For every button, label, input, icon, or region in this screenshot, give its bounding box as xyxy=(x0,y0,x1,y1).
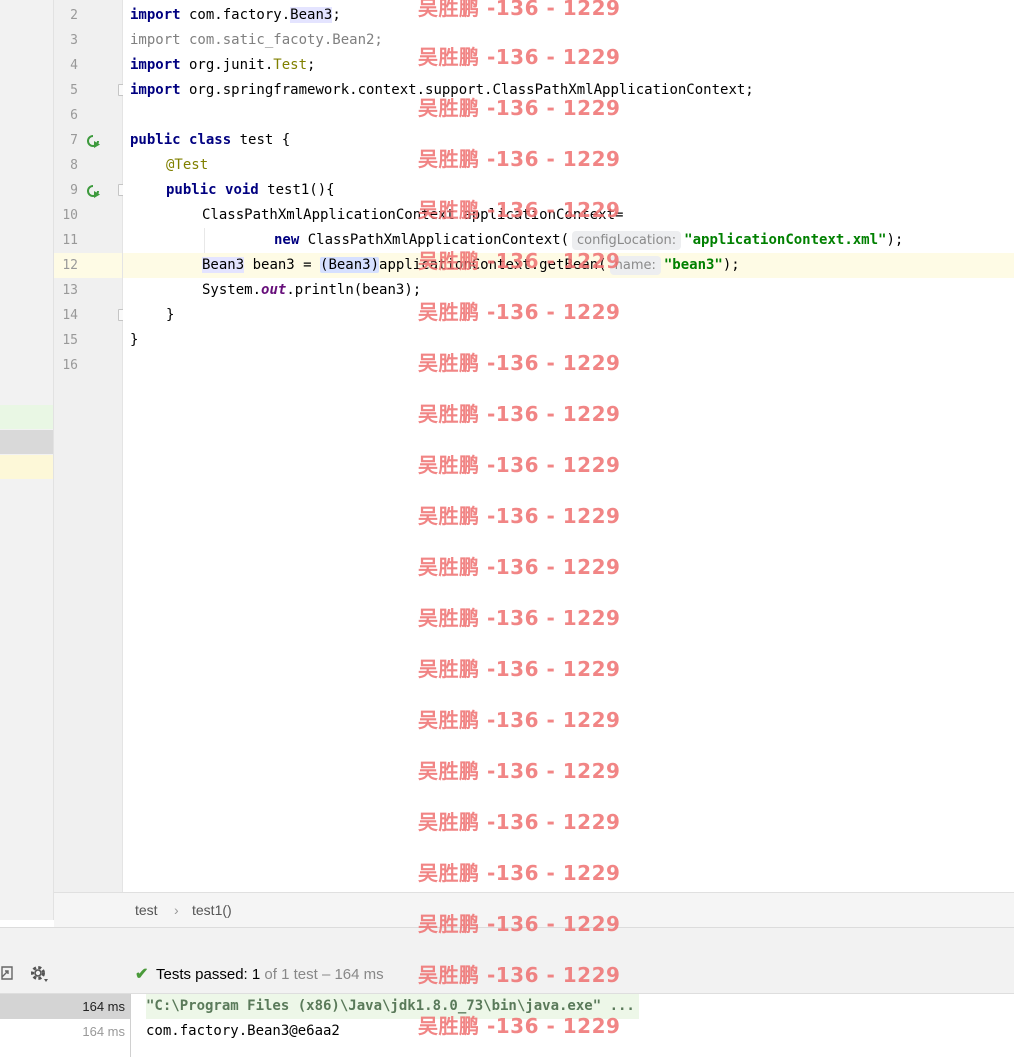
code-line-4: import org.junit.Test; xyxy=(130,57,316,73)
test-status: Tests passed: 1 of 1 test – 164 ms xyxy=(156,966,384,983)
tool-window-header xyxy=(0,927,1014,958)
code-line-13: System.out.println(bean3); xyxy=(202,282,422,298)
line-number: 7 xyxy=(70,133,78,148)
run-toolbar: ✔ Tests passed: 1 of 1 test – 164 ms xyxy=(0,957,1014,994)
code-line-2: import com.factory.Bean3; xyxy=(130,7,341,23)
code-editor[interactable]: import com.factory.Bean3; import com.sat… xyxy=(123,0,1014,892)
breadcrumb-class[interactable]: test xyxy=(135,902,158,918)
code-line-9: public void test1(){ xyxy=(166,182,335,198)
line-number: 15 xyxy=(62,333,78,348)
line-number: 14 xyxy=(62,308,78,323)
line-number: 9 xyxy=(70,183,78,198)
strip-marker-passed xyxy=(0,405,53,429)
line-number: 16 xyxy=(62,358,78,373)
code-line-3: import com.satic_facoty.Bean2; xyxy=(130,32,383,48)
breadcrumb-method[interactable]: test1() xyxy=(192,902,232,918)
code-line-11: new ClassPathXmlApplicationContext(confi… xyxy=(274,231,904,250)
test-duration: 164 ms xyxy=(82,999,125,1014)
code-line-7: public class test { xyxy=(130,132,291,148)
editor-gutter: 2 3 4 5 6 7 8 9 10 11 12 13 14 15 16 xyxy=(54,0,129,892)
gear-icon[interactable] xyxy=(29,964,49,989)
test-tree: 164 ms 164 ms xyxy=(0,994,131,1057)
line-number: 10 xyxy=(62,208,78,223)
code-line-12: Bean3 bean3 = (Bean3)applicationContext.… xyxy=(202,256,740,275)
check-icon: ✔ xyxy=(135,966,149,983)
line-number: 5 xyxy=(70,83,78,98)
run-test-icon[interactable] xyxy=(86,183,102,198)
line-number: 11 xyxy=(62,233,78,248)
strip-marker-selected xyxy=(0,430,53,454)
code-line-10: ClassPathXmlApplicationContext applicati… xyxy=(202,207,624,223)
param-hint: name: xyxy=(609,256,661,275)
console-output[interactable]: "C:\Program Files (x86)\Java\jdk1.8.0_73… xyxy=(131,994,1014,1057)
console-output-line: com.factory.Bean3@e6aa2 xyxy=(146,1023,340,1039)
left-tool-strip xyxy=(0,0,54,920)
breadcrumb: test › test1() xyxy=(54,892,1014,928)
test-tree-row-selected[interactable]: 164 ms xyxy=(0,994,130,1019)
line-number: 6 xyxy=(70,108,78,123)
line-number: 3 xyxy=(70,33,78,48)
run-test-icon[interactable] xyxy=(86,133,102,148)
test-duration: 164 ms xyxy=(82,1024,125,1039)
param-hint: configLocation: xyxy=(572,231,682,250)
console-command-line: "C:\Program Files (x86)\Java\jdk1.8.0_73… xyxy=(146,994,639,1019)
code-line-15: } xyxy=(130,332,139,348)
code-line-8: @Test xyxy=(166,157,209,173)
line-number: 13 xyxy=(62,283,78,298)
line-number: 2 xyxy=(70,8,78,23)
restore-layout-icon[interactable] xyxy=(0,965,14,986)
breadcrumb-separator: › xyxy=(174,902,179,918)
code-line-5: import org.springframework.context.suppo… xyxy=(130,82,754,98)
line-number: 8 xyxy=(70,158,78,173)
indent-guide xyxy=(204,228,205,253)
code-line-14: } xyxy=(166,307,175,323)
line-number: 12 xyxy=(62,258,78,273)
test-tree-row[interactable]: 164 ms xyxy=(0,1019,130,1044)
line-number: 4 xyxy=(70,58,78,73)
strip-marker-current xyxy=(0,455,53,479)
